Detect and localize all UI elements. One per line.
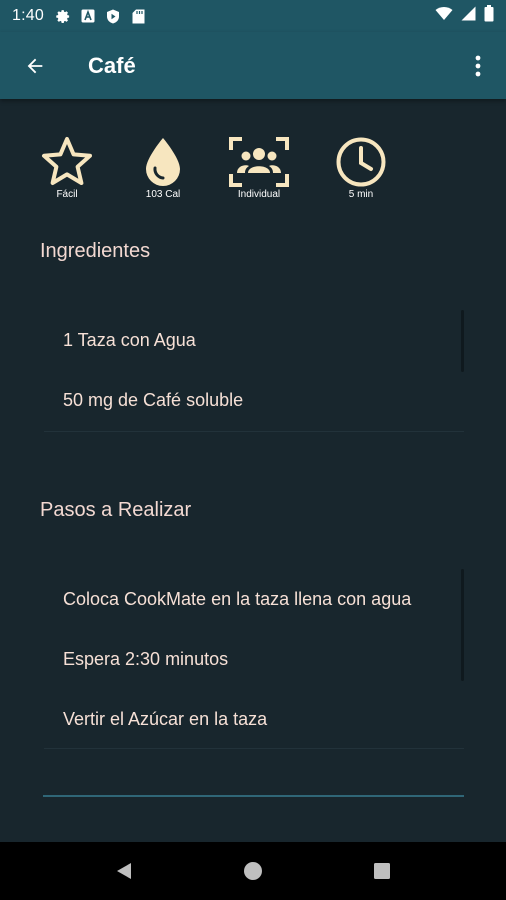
wifi-icon	[435, 6, 453, 26]
back-triangle-icon	[117, 863, 132, 879]
list-item: 1 Taza con Agua	[63, 329, 196, 350]
stat-servings: Individual	[224, 136, 294, 200]
overflow-menu-button[interactable]	[450, 32, 506, 99]
system-nav-bar	[0, 842, 506, 900]
stat-time-label: 5 min	[348, 189, 374, 200]
ingredients-scrollbar[interactable]	[461, 310, 464, 372]
shield-play-icon	[106, 9, 121, 24]
recipe-stats: Fácil 103 Cal Individual 5 min	[0, 136, 506, 206]
people-icon	[229, 137, 289, 187]
nav-recents-button[interactable]	[362, 851, 402, 891]
status-system-icons	[435, 5, 494, 27]
stat-difficulty-label: Fácil	[56, 189, 78, 200]
clock-icon	[336, 137, 386, 187]
star-icon	[42, 137, 92, 185]
section-divider	[43, 795, 464, 797]
sd-card-icon	[131, 9, 146, 24]
status-bar: 1:40	[0, 0, 506, 32]
stat-calories: 103 Cal	[132, 136, 194, 200]
list-item: Vertir el Azúcar en la taza	[63, 708, 268, 729]
more-vertical-icon	[475, 55, 481, 76]
home-circle-icon	[243, 862, 262, 880]
battery-icon	[484, 5, 494, 27]
stat-difficulty: Fácil	[36, 136, 98, 200]
back-button[interactable]	[0, 32, 70, 99]
recents-square-icon	[373, 863, 390, 879]
page-title: Café	[88, 52, 136, 78]
list-item: 50 mg de Café soluble	[63, 389, 244, 410]
stat-servings-label: Individual	[237, 189, 281, 200]
arrow-left-icon	[27, 58, 43, 73]
gear-icon	[56, 9, 71, 24]
signal-icon	[461, 6, 476, 26]
drop-icon	[146, 138, 180, 186]
list-item: Espera 2:30 minutos	[63, 648, 229, 669]
status-time: 1:40	[12, 7, 44, 24]
steps-scrollbar[interactable]	[461, 569, 464, 681]
steps-card-edge	[44, 748, 464, 749]
ingredients-title: Ingredientes	[40, 240, 151, 262]
steps-list[interactable]: Coloca CookMate en la taza llena con agu…	[44, 569, 464, 749]
nav-home-button[interactable]	[233, 851, 273, 891]
ingredients-card-edge	[44, 431, 464, 432]
status-notification-icons	[56, 9, 146, 24]
steps-title: Pasos a Realizar	[40, 499, 192, 521]
stat-time: 5 min	[330, 136, 392, 200]
a-box-icon	[81, 9, 96, 24]
app-bar: Café	[0, 32, 506, 99]
stat-calories-label: 103 Cal	[145, 189, 181, 200]
list-item: Coloca CookMate en la taza llena con agu…	[63, 588, 412, 609]
ingredients-list[interactable]: 1 Taza con Agua 50 mg de Café soluble	[44, 310, 464, 432]
nav-back-button[interactable]	[104, 851, 144, 891]
